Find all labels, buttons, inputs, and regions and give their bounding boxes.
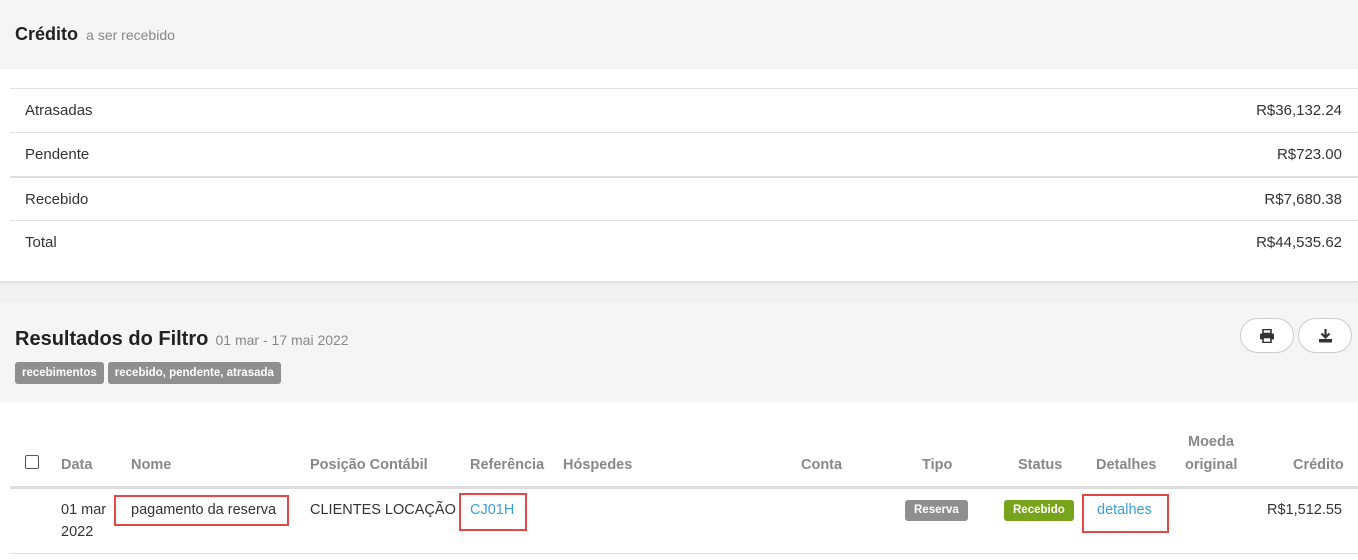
col-header-moeda-line1[interactable]: Moeda (1188, 434, 1234, 450)
summary-row-recebido: Recebido R$7,680.38 (10, 176, 1358, 220)
download-button[interactable] (1298, 318, 1352, 353)
col-header-conta[interactable]: Conta (801, 457, 842, 473)
filter-header: Resultados do Filtro 01 mar - 17 mai 202… (0, 303, 1358, 402)
filter-title: Resultados do Filtro (15, 328, 209, 350)
credit-summary-card: Crédito a ser recebido Atrasadas R$36,13… (0, 0, 1358, 282)
col-header-data[interactable]: Data (61, 457, 92, 473)
filter-date-range: 01 mar - 17 mai 2022 (215, 332, 349, 348)
table-header-divider (10, 486, 1358, 489)
summary-value: R$36,132.24 (1256, 102, 1342, 119)
highlight-detalhes (1082, 494, 1169, 533)
credit-title: Crédito (15, 24, 78, 44)
print-icon (1260, 328, 1274, 343)
col-header-referencia[interactable]: Referência (470, 457, 544, 473)
summary-label: Recebido (25, 190, 89, 208)
summary-row-total: Total R$44,535.62 (10, 220, 1358, 263)
highlight-nome (114, 495, 289, 526)
summary-label: Atrasadas (25, 102, 93, 119)
cell-posicao-contabil: CLIENTES LOCAÇÃO (310, 502, 456, 518)
col-header-nome[interactable]: Nome (131, 457, 171, 473)
col-header-posicao-contabil[interactable]: Posição Contábil (310, 457, 428, 473)
col-header-status[interactable]: Status (1018, 457, 1062, 473)
summary-value: R$723.00 (1276, 146, 1342, 163)
filter-tag: recebido, pendente, atrasada (107, 362, 281, 384)
cell-data-day: 01 mar (61, 502, 107, 518)
credit-subtitle: a ser recebido (86, 27, 175, 43)
status-badge: Recebido (1004, 500, 1074, 521)
summary-row-pendente: Pendente R$723.00 (10, 132, 1358, 176)
col-header-detalhes[interactable]: Detalhes (1096, 457, 1156, 473)
summary-label: Total (25, 233, 57, 251)
credit-header: Crédito a ser recebido (0, 0, 1358, 69)
filter-tags: recebimentos recebido, pendente, atrasad… (15, 362, 281, 384)
tipo-badge: Reserva (905, 500, 968, 521)
download-icon (1318, 329, 1332, 343)
cell-credito: R$1,512.55 (1267, 502, 1342, 518)
col-header-hospedes[interactable]: Hóspedes (563, 457, 632, 473)
credit-summary-table: Atrasadas R$36,132.24 Pendente R$723.00 … (10, 88, 1358, 263)
highlight-referencia (459, 493, 527, 531)
col-header-moeda-line2[interactable]: original (1185, 457, 1237, 473)
summary-value: R$7,680.38 (1264, 190, 1342, 208)
print-button[interactable] (1240, 318, 1294, 353)
filter-tag: recebimentos (15, 362, 104, 384)
cell-data-year: 2022 (61, 524, 94, 540)
col-header-tipo[interactable]: Tipo (922, 457, 952, 473)
summary-value: R$44,535.62 (1256, 233, 1342, 251)
table-row-divider (10, 553, 1358, 554)
summary-row-atrasadas: Atrasadas R$36,132.24 (10, 88, 1358, 132)
select-all-checkbox[interactable] (25, 455, 39, 469)
summary-label: Pendente (25, 146, 90, 163)
col-header-credito[interactable]: Crédito (1293, 457, 1344, 473)
